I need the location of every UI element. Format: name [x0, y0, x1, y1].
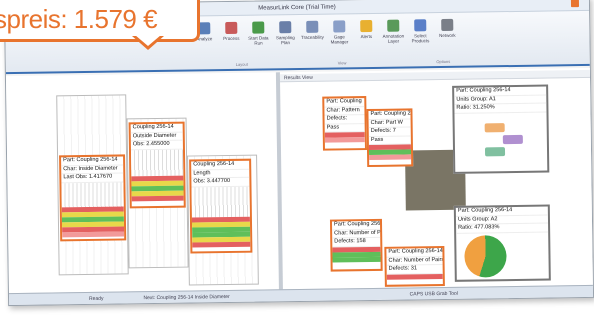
workspace: Part: Coupling 256-14 Char: Inside Diame… — [5, 67, 594, 296]
result-card-group-a2[interactable]: Part: Coupling 256-14 Units Group: A2 Ra… — [453, 204, 551, 282]
ribbon-button-network[interactable]: Network — [435, 18, 459, 38]
stat-card-length[interactable]: Coupling 256-14 Length Obs: 3.447700 — [189, 158, 253, 254]
analyze-icon — [198, 22, 211, 35]
annotation-icon — [387, 19, 400, 32]
close-icon[interactable] — [570, 0, 580, 8]
status-ready: Ready — [88, 295, 104, 302]
ribbon-button-products[interactable]: Select Products — [408, 19, 432, 43]
process-icon — [225, 21, 238, 35]
stat-card-outside-diameter[interactable]: Coupling 256-14 Outside Diameter Obs: 2.… — [128, 121, 186, 209]
ribbon-button-alerts[interactable]: Alerts — [354, 19, 378, 39]
ribbon-group-label: Layout — [235, 61, 248, 67]
ribbon-group-label: Options — [436, 58, 451, 65]
ribbon-group-label: View — [337, 60, 347, 66]
window-title: MeasurLink Core (Trial Time) — [258, 3, 336, 12]
stat-card-inside-diameter[interactable]: Part: Coupling 256-14 Char: Inside Diame… — [59, 154, 127, 242]
result-card-number-of-pairs[interactable]: Part: Coupling 256-1 Char: Number of Pa … — [329, 218, 383, 272]
trace-icon — [306, 20, 319, 33]
status-right: CAPS USB Grab Tool — [409, 290, 458, 297]
ribbon-button-gage[interactable]: Gage Manager — [327, 20, 351, 45]
status-next: Next: Coupling 256-14 Inside Diameter — [143, 293, 230, 301]
ribbon-button-process[interactable]: Process — [219, 21, 243, 41]
result-card-group-a1[interactable]: Part: Coupling 256-14 Units Group: A1 Ra… — [452, 84, 550, 174]
pie-chart — [464, 235, 507, 278]
result-card-part-width[interactable]: Part: Coupling 2 Char: Part W Defects: 7… — [366, 108, 414, 168]
alert-icon — [360, 19, 373, 33]
product-icon — [414, 19, 427, 32]
price-text: spreis: 1.579 € — [0, 4, 158, 34]
network-icon — [441, 18, 454, 32]
price-callout: spreis: 1.579 € — [0, 0, 200, 42]
sampling-icon — [279, 21, 292, 34]
callout-pointer-inner — [135, 35, 161, 46]
ribbon-button-start[interactable]: Start Data Run — [246, 21, 270, 46]
ribbon-button-trace[interactable]: Traceability — [300, 20, 324, 40]
result-card-pairs-defects[interactable]: Part: Coupling 256-14 Char: Number of Pa… — [384, 245, 445, 287]
result-card-pattern[interactable]: Part: Coupling Char: Pattern Defects: Pa… — [322, 96, 367, 151]
ribbon-button-annotation[interactable]: Annotation Layer — [381, 19, 405, 44]
gage-icon — [333, 20, 346, 33]
application-window: MeasurLink Core (Trial Time) Open/Attach… — [3, 0, 594, 307]
ribbon-button-sampling[interactable]: Sampling Plan — [273, 21, 297, 45]
play-icon — [252, 21, 265, 34]
